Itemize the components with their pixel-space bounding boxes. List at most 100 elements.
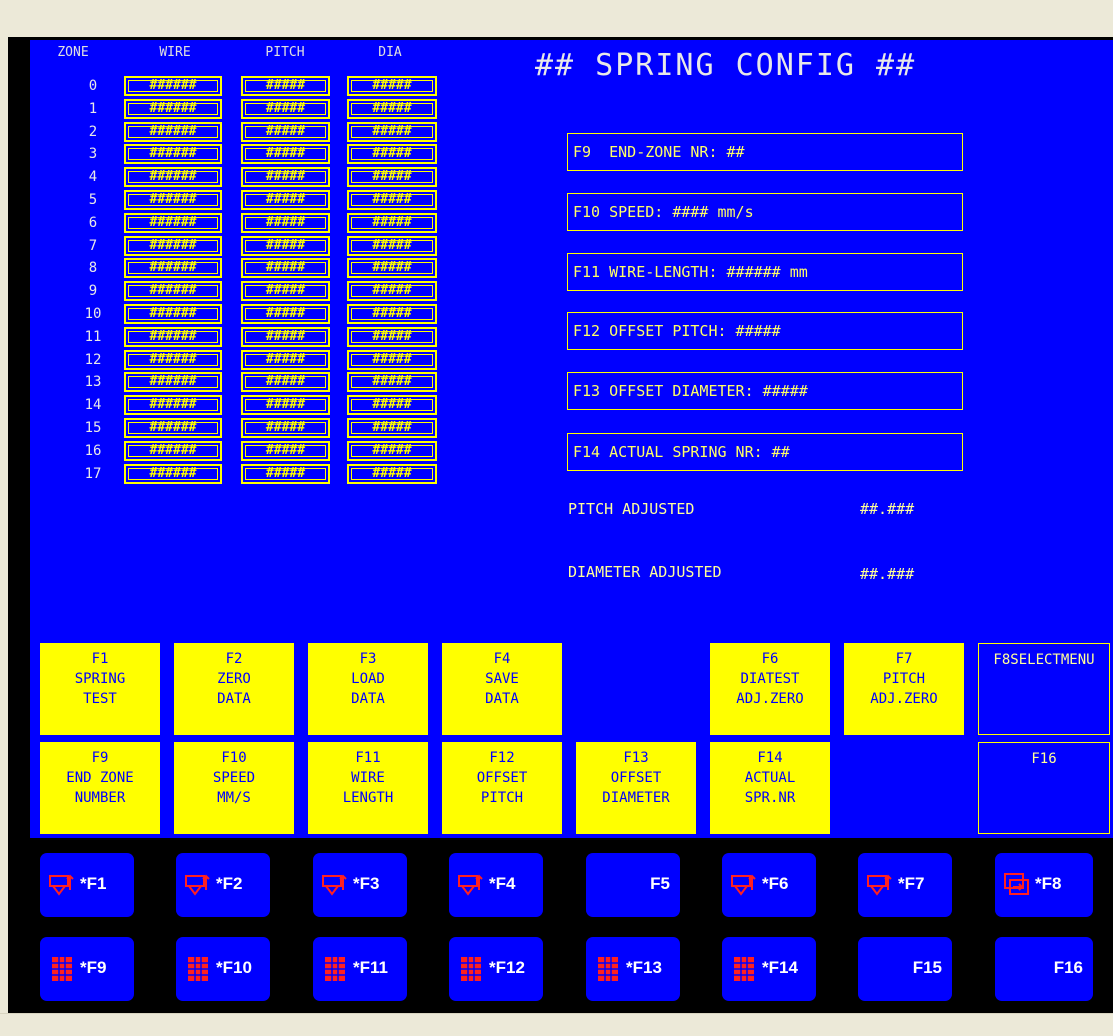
hardkey-label: *F12: [489, 958, 525, 977]
hardkey-f9[interactable]: *F9: [40, 937, 134, 1001]
zone-number: 8: [88, 260, 98, 277]
dia-cell[interactable]: #####: [347, 326, 437, 347]
softkey-label: F12: [489, 750, 515, 766]
zone-number: 2: [88, 123, 98, 140]
pitch-cell[interactable]: #####: [241, 281, 330, 302]
wire-length-field[interactable]: F11 WIRE-LENGTH: ###### mm: [567, 253, 963, 291]
pitch-cell[interactable]: #####: [241, 235, 330, 256]
hardkey-f8[interactable]: *F8: [995, 853, 1093, 917]
pitch-cell[interactable]: #####: [241, 212, 330, 233]
dia-cell[interactable]: #####: [347, 372, 437, 393]
hardkey-f1[interactable]: *F1: [40, 853, 134, 917]
hardkey-f10[interactable]: *F10: [176, 937, 270, 1001]
pitch-cell[interactable]: #####: [241, 190, 330, 210]
hardkey-f14[interactable]: *F14: [722, 937, 816, 1001]
softkey-f16[interactable]: F16: [978, 742, 1110, 834]
softkey-f9[interactable]: F9 END ZONE NUMBER: [40, 742, 160, 834]
wire-cell[interactable]: ######: [124, 281, 222, 302]
pitch-cell[interactable]: #####: [241, 395, 330, 416]
wire-cell[interactable]: ######: [124, 235, 222, 256]
dia-cell[interactable]: #####: [347, 281, 437, 302]
softkey-f12[interactable]: F12 OFFSET PITCH: [442, 742, 562, 834]
pitch-cell[interactable]: #####: [241, 76, 330, 96]
speed-field[interactable]: F10 SPEED: #### mm/s: [567, 193, 963, 231]
hardkey-f15[interactable]: F15: [858, 937, 952, 1001]
dia-cell[interactable]: #####: [347, 395, 437, 416]
wire-cell[interactable]: ######: [124, 98, 222, 119]
hardkey-f5[interactable]: F5: [586, 853, 680, 917]
dia-cell[interactable]: #####: [347, 418, 437, 438]
dia-cell[interactable]: #####: [347, 212, 437, 233]
hardkey-f11[interactable]: *F11: [313, 937, 407, 1001]
dia-cell[interactable]: #####: [347, 167, 437, 188]
pitch-cell[interactable]: #####: [241, 418, 330, 438]
pitch-cell[interactable]: #####: [241, 326, 330, 347]
dia-cell[interactable]: #####: [347, 349, 437, 370]
wire-cell[interactable]: ######: [124, 395, 222, 416]
dia-cell[interactable]: #####: [347, 463, 437, 484]
hardkey-f12[interactable]: *F12: [449, 937, 543, 1001]
dia-cell[interactable]: #####: [347, 121, 437, 142]
hardkey-f3[interactable]: *F3: [313, 853, 407, 917]
softkey-f14[interactable]: F14 ACTUAL SPR.NR: [710, 742, 830, 834]
dia-cell[interactable]: #####: [347, 235, 437, 256]
wire-cell[interactable]: ######: [124, 76, 222, 96]
softkey-f2[interactable]: F2 ZERO DATA: [174, 643, 294, 735]
wire-cell[interactable]: ######: [124, 121, 222, 142]
dia-cell[interactable]: #####: [347, 304, 437, 324]
hardkey-f13[interactable]: *F13: [586, 937, 680, 1001]
dia-cell[interactable]: #####: [347, 144, 437, 165]
pitch-cell[interactable]: #####: [241, 372, 330, 393]
hardkey-f16[interactable]: F16: [995, 937, 1093, 1001]
hardkey-label: *F13: [626, 958, 662, 977]
wire-cell[interactable]: ######: [124, 212, 222, 233]
hardkey-f6[interactable]: *F6: [722, 853, 816, 917]
hardkey-f4[interactable]: *F4: [449, 853, 543, 917]
wire-cell[interactable]: ######: [124, 258, 222, 279]
dia-cell[interactable]: #####: [347, 258, 437, 279]
softkey-f1[interactable]: F1 SPRING TEST: [40, 643, 160, 735]
wire-cell[interactable]: ######: [124, 349, 222, 370]
wire-cell[interactable]: ######: [124, 167, 222, 188]
wire-cell[interactable]: ######: [124, 326, 222, 347]
dia-cell[interactable]: #####: [347, 76, 437, 96]
softkey-label: SPRING: [74, 671, 126, 687]
offset-diameter-field[interactable]: F13 OFFSET DIAMETER: #####: [567, 372, 963, 410]
pitch-cell[interactable]: #####: [241, 440, 330, 461]
softkey-f4[interactable]: F4 SAVE DATA: [442, 643, 562, 735]
softkey-label: F10: [221, 750, 247, 766]
dia-cell[interactable]: #####: [347, 98, 437, 119]
wire-cell[interactable]: ######: [124, 304, 222, 324]
softkey-f11[interactable]: F11 WIRE LENGTH: [308, 742, 428, 834]
pitch-cell[interactable]: #####: [241, 167, 330, 188]
wire-cell[interactable]: ######: [124, 190, 222, 210]
pitch-cell[interactable]: #####: [241, 98, 330, 119]
hardkey-f7[interactable]: *F7: [858, 853, 952, 917]
end-zone-field[interactable]: F9 END-ZONE NR: ##: [567, 133, 963, 171]
softkey-f8[interactable]: F8SELECTMENU: [978, 643, 1110, 735]
pitch-cell[interactable]: #####: [241, 144, 330, 165]
wire-cell[interactable]: ######: [124, 144, 222, 165]
pitch-cell[interactable]: #####: [241, 304, 330, 324]
pitch-cell[interactable]: #####: [241, 121, 330, 142]
offset-pitch-field[interactable]: F12 OFFSET PITCH: #####: [567, 312, 963, 350]
grid-icon: [320, 954, 350, 989]
grid-icon: [593, 954, 623, 989]
wire-cell[interactable]: ######: [124, 418, 222, 438]
wire-cell[interactable]: ######: [124, 440, 222, 461]
softkey-f3[interactable]: F3 LOAD DATA: [308, 643, 428, 735]
dia-cell[interactable]: #####: [347, 440, 437, 461]
wire-cell[interactable]: ######: [124, 372, 222, 393]
softkey-f7[interactable]: F7 PITCH ADJ.ZERO: [844, 643, 964, 735]
actual-spring-field[interactable]: F14 ACTUAL SPRING NR: ##: [567, 433, 963, 471]
pitch-cell[interactable]: #####: [241, 258, 330, 279]
dia-cell[interactable]: #####: [347, 190, 437, 210]
pitch-cell[interactable]: #####: [241, 349, 330, 370]
wire-cell[interactable]: ######: [124, 463, 222, 484]
arrow-icon: [729, 870, 759, 905]
softkey-f13[interactable]: F13 OFFSET DIAMETER: [576, 742, 696, 834]
softkey-f6[interactable]: F6 DIATEST ADJ.ZERO: [710, 643, 830, 735]
softkey-f10[interactable]: F10 SPEED MM/S: [174, 742, 294, 834]
hardkey-f2[interactable]: *F2: [176, 853, 270, 917]
pitch-cell[interactable]: #####: [241, 463, 330, 484]
